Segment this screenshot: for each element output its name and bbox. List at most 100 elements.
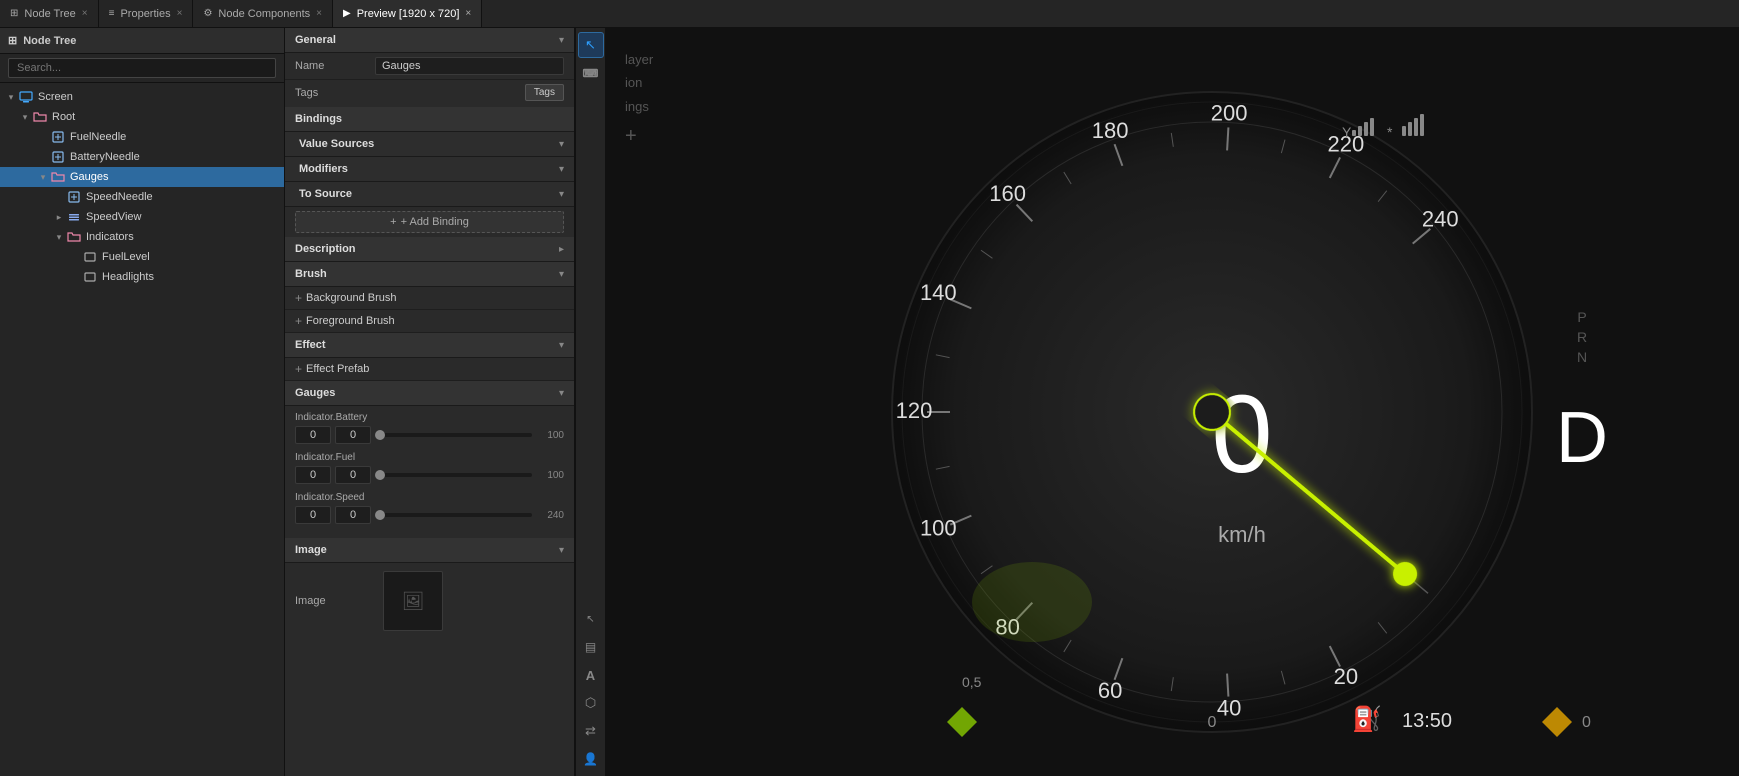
indicator-speed-item: Indicator.Speed 240	[295, 492, 564, 524]
indicator-fuel-thumb[interactable]	[375, 470, 385, 480]
section-effect-arrow: ▾	[559, 340, 564, 351]
indicator-fuel-min[interactable]	[295, 466, 331, 484]
tab-node-components-label: Node Components	[218, 8, 310, 20]
text-tool-btn[interactable]: A	[578, 662, 604, 688]
svg-text:20: 20	[1334, 664, 1358, 689]
cursor-tool-btn[interactable]: ↖	[578, 32, 604, 58]
section-value-sources[interactable]: Value Sources ▾	[285, 132, 574, 157]
tags-button[interactable]: Tags	[525, 84, 564, 101]
tree-label-headlights: Headlights	[102, 271, 154, 283]
background-brush-label: Background Brush	[306, 292, 397, 304]
tree-label-indicators: Indicators	[86, 231, 134, 243]
section-mod-title: Modifiers	[299, 163, 348, 175]
tab-properties[interactable]: ≡ Properties ×	[99, 0, 194, 27]
add-icon: +	[390, 216, 396, 228]
indicator-speed-val[interactable]	[335, 506, 371, 524]
preview-content: layer ion ings +	[605, 28, 1739, 776]
tree-item-batteryneedle[interactable]: BatteryNeedle	[0, 147, 284, 167]
tab-preview-label: Preview [1920 x 720]	[357, 8, 460, 20]
tab-node-tree[interactable]: ⊞ Node Tree ×	[0, 0, 99, 27]
foreground-brush-row[interactable]: + Foreground Brush	[285, 310, 574, 333]
svg-text:N: N	[1577, 349, 1587, 365]
section-image[interactable]: Image ▾	[285, 538, 574, 563]
layers-tool-btn[interactable]: ⬡	[578, 690, 604, 716]
select-tool-btn[interactable]: ↖	[578, 606, 604, 632]
keyboard-tool-btn[interactable]: ⌨	[578, 60, 604, 86]
indicator-fuel-controls: 100	[295, 466, 564, 484]
tree-item-speedview[interactable]: ▸ SpeedView	[0, 207, 284, 227]
svg-text:140: 140	[920, 280, 957, 305]
section-desc-arrow: ▸	[559, 244, 564, 255]
share-tool-btn[interactable]: ⇄	[578, 718, 604, 744]
indicator-battery-thumb[interactable]	[375, 430, 385, 440]
tree-item-indicators[interactable]: ▾ Indicators	[0, 227, 284, 247]
section-modifiers[interactable]: Modifiers ▾	[285, 157, 574, 182]
props-icon-small: ≡	[109, 8, 115, 19]
tree-item-headlights[interactable]: Headlights	[0, 267, 284, 287]
user-tool-btn[interactable]: 👤	[578, 746, 604, 772]
search-input[interactable]	[8, 58, 276, 78]
indicator-speed-track[interactable]	[375, 513, 532, 517]
layers-icon-speedview	[66, 209, 82, 225]
name-row: Name	[285, 53, 574, 80]
foreground-brush-label: Foreground Brush	[306, 315, 395, 327]
indicator-battery-label: Indicator.Battery	[295, 412, 564, 423]
add-ep-icon: +	[295, 362, 302, 376]
svg-text:180: 180	[1092, 118, 1129, 143]
indicator-battery-val[interactable]	[335, 426, 371, 444]
preview-panel: layer ion ings +	[605, 28, 1739, 776]
indicator-fuel-track[interactable]	[375, 473, 532, 477]
section-gauges[interactable]: Gauges ▾	[285, 381, 574, 406]
section-vs-arrow: ▾	[559, 139, 564, 150]
add-binding-button[interactable]: + + Add Binding	[295, 211, 564, 233]
tab-node-components-close[interactable]: ×	[316, 8, 322, 19]
svg-text:100: 100	[920, 516, 957, 541]
section-general-arrow: ▾	[559, 35, 564, 46]
background-brush-row[interactable]: + Background Brush	[285, 287, 574, 310]
section-effect[interactable]: Effect ▾	[285, 333, 574, 358]
section-bindings[interactable]: Bindings	[285, 107, 574, 132]
indicator-battery-item: Indicator.Battery 100	[295, 412, 564, 444]
keyboard-icon: ⌨	[583, 67, 599, 80]
tree-item-fuellevel[interactable]: FuelLevel	[0, 247, 284, 267]
properties-panel: General ▾ Name Tags Tags Bindings Value …	[285, 28, 575, 776]
section-effect-title: Effect	[295, 339, 326, 351]
indicator-battery-track[interactable]	[375, 433, 532, 437]
layers-tool-icon: ⬡	[585, 695, 596, 711]
tree-label-fuellevel: FuelLevel	[102, 251, 150, 263]
indicator-fuel-val[interactable]	[335, 466, 371, 484]
section-to-source[interactable]: To Source ▾	[285, 182, 574, 207]
node-tree-header: ⊞ Node Tree	[0, 28, 284, 54]
svg-text:⛽: ⛽	[1352, 705, 1382, 733]
tree-item-fuelneedle[interactable]: FuelNeedle	[0, 127, 284, 147]
indicator-speed-thumb[interactable]	[375, 510, 385, 520]
tab-node-tree-close[interactable]: ×	[82, 8, 88, 19]
section-image-arrow: ▾	[559, 545, 564, 556]
svg-text:*: *	[1387, 124, 1393, 140]
tree-item-root[interactable]: ▾ Root	[0, 107, 284, 127]
section-description[interactable]: Description ▸	[285, 237, 574, 262]
tab-node-components[interactable]: ⚙ Node Components ×	[193, 0, 333, 27]
section-general[interactable]: General ▾	[285, 28, 574, 53]
indicator-speed-min[interactable]	[295, 506, 331, 524]
tree-label-speedview: SpeedView	[86, 211, 141, 223]
svg-text:60: 60	[1098, 678, 1122, 703]
grid-tool-btn[interactable]: ▤	[578, 634, 604, 660]
indicator-battery-min[interactable]	[295, 426, 331, 444]
tab-preview[interactable]: ▶ Preview [1920 x 720] ×	[333, 0, 482, 27]
indicator-speed-controls: 240	[295, 506, 564, 524]
section-brush[interactable]: Brush ▾	[285, 262, 574, 287]
tree-item-gauges[interactable]: ▾ Gauges	[0, 167, 284, 187]
speed-value: 0	[1211, 373, 1272, 496]
name-input[interactable]	[375, 57, 564, 75]
tree-arrow-screen: ▾	[4, 92, 18, 103]
tab-node-tree-label: Node Tree	[24, 8, 75, 20]
tree-item-screen[interactable]: ▾ Screen	[0, 87, 284, 107]
tab-preview-close[interactable]: ×	[465, 8, 471, 19]
effect-prefab-row[interactable]: + Effect Prefab	[285, 358, 574, 381]
tree-item-speedneedle[interactable]: SpeedNeedle	[0, 187, 284, 207]
indicator-fuel-label: Indicator.Fuel	[295, 452, 564, 463]
section-vs-title: Value Sources	[299, 138, 374, 150]
image-preview[interactable]: 🖼	[383, 571, 443, 631]
tab-properties-close[interactable]: ×	[177, 8, 183, 19]
